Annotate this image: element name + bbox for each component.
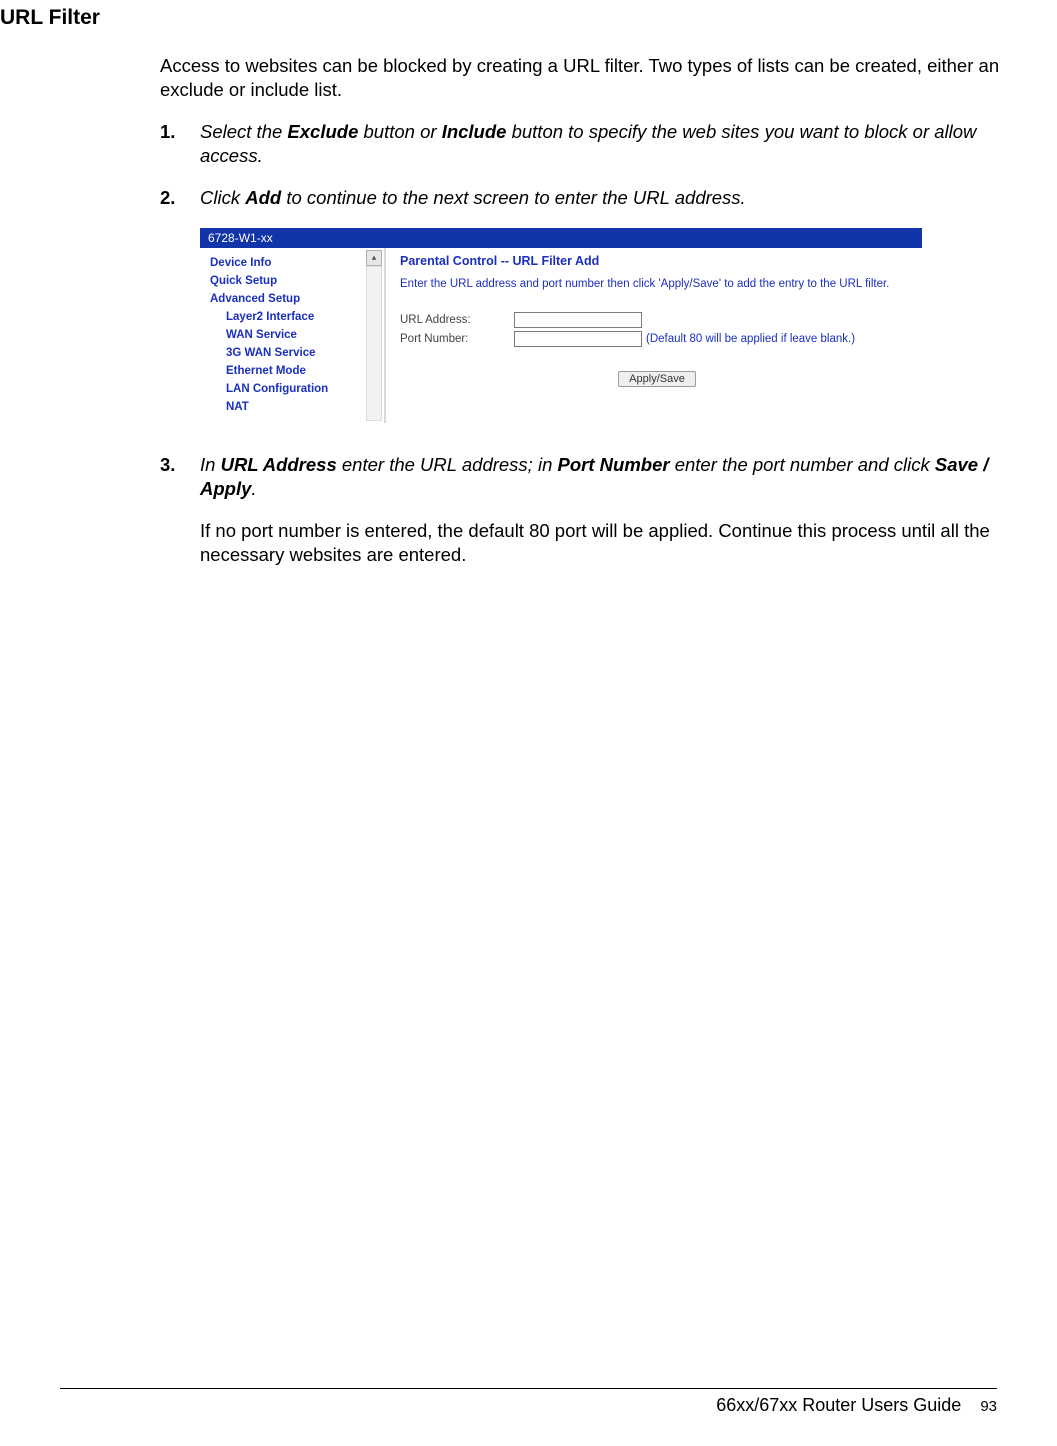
port-number-row: Port Number: (Default 80 will be applied… bbox=[400, 331, 914, 347]
step-1-bold-include: Include bbox=[442, 121, 507, 142]
step-3-number: 3. bbox=[160, 453, 200, 567]
url-address-input[interactable] bbox=[514, 312, 642, 328]
step-2-text: Click Add to continue to the next screen… bbox=[200, 186, 1000, 210]
step-3: 3. In URL Address enter the URL address;… bbox=[160, 453, 1000, 567]
step-3-frag-a: In bbox=[200, 454, 221, 475]
nav-lan-configuration[interactable]: LAN Configuration bbox=[206, 380, 384, 398]
step-1-frag-a: Select the bbox=[200, 121, 287, 142]
content-pane: Parental Control -- URL Filter Add Enter… bbox=[386, 248, 922, 423]
nav-nat[interactable]: NAT bbox=[206, 398, 384, 416]
section-title: URL Filter bbox=[0, 6, 997, 30]
nav-advanced-setup[interactable]: Advanced Setup bbox=[206, 290, 384, 308]
step-3-frag-e: . bbox=[251, 478, 256, 499]
content-description: Enter the URL address and port number th… bbox=[400, 278, 914, 290]
step-1-text: Select the Exclude button or Include but… bbox=[200, 120, 1000, 168]
page-footer: 66xx/67xx Router Users Guide 93 bbox=[60, 1388, 997, 1416]
port-number-label: Port Number: bbox=[400, 333, 514, 345]
nav-layer2-interface[interactable]: Layer2 Interface bbox=[206, 308, 384, 326]
step-3-frag-d: enter the port number and click bbox=[670, 454, 935, 475]
port-number-input[interactable] bbox=[514, 331, 642, 347]
step-2-number: 2. bbox=[160, 186, 200, 210]
step-1-frag-c: button or bbox=[358, 121, 441, 142]
footer-page-number: 93 bbox=[980, 1398, 997, 1415]
port-number-hint: (Default 80 will be applied if leave bla… bbox=[646, 333, 855, 345]
step-2-bold-add: Add bbox=[245, 187, 281, 208]
nav-3g-wan-service[interactable]: 3G WAN Service bbox=[206, 344, 384, 362]
nav-device-info[interactable]: Device Info bbox=[206, 254, 384, 272]
step-1-number: 1. bbox=[160, 120, 200, 168]
url-address-row: URL Address: bbox=[400, 312, 914, 328]
step-1: 1. Select the Exclude button or Include … bbox=[160, 120, 1000, 168]
step-2-frag-a: Click bbox=[200, 187, 245, 208]
step-3-text: In URL Address enter the URL address; in… bbox=[200, 453, 1000, 567]
step-1-bold-exclude: Exclude bbox=[287, 121, 358, 142]
nav-sidebar: ▴ Device Info Quick Setup Advanced Setup… bbox=[200, 248, 386, 423]
step-2-frag-c: to continue to the next screen to enter … bbox=[281, 187, 746, 208]
content-heading: Parental Control -- URL Filter Add bbox=[400, 254, 914, 268]
window-titlebar: 6728-W1-xx bbox=[200, 228, 922, 248]
step-3-bold-url-address: URL Address bbox=[221, 454, 337, 475]
nav-quick-setup[interactable]: Quick Setup bbox=[206, 272, 384, 290]
step-3-frag-c: enter the URL address; in bbox=[337, 454, 558, 475]
url-address-label: URL Address: bbox=[400, 314, 514, 326]
step-3-bold-port-number: Port Number bbox=[558, 454, 670, 475]
step-2: 2. Click Add to continue to the next scr… bbox=[160, 186, 1000, 210]
scroll-up-icon[interactable]: ▴ bbox=[366, 250, 382, 266]
nav-wan-service[interactable]: WAN Service bbox=[206, 326, 384, 344]
apply-save-button[interactable]: Apply/Save bbox=[618, 371, 696, 387]
footer-guide-title: 66xx/67xx Router Users Guide bbox=[716, 1395, 961, 1415]
intro-paragraph: Access to websites can be blocked by cre… bbox=[160, 54, 1000, 102]
scrollbar[interactable] bbox=[366, 266, 382, 421]
embedded-screenshot: 6728-W1-xx ▴ Device Info Quick Setup Adv… bbox=[200, 228, 922, 423]
step-3-note: If no port number is entered, the defaul… bbox=[200, 519, 1000, 567]
nav-ethernet-mode[interactable]: Ethernet Mode bbox=[206, 362, 384, 380]
